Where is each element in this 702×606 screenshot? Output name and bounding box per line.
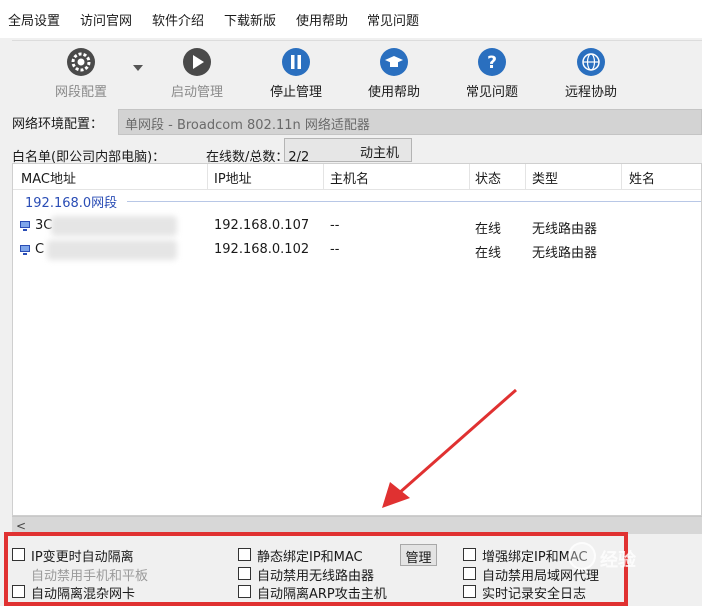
checkbox[interactable] — [238, 548, 251, 561]
faq-button[interactable]: ? 常见问题 — [443, 45, 541, 101]
gear-icon — [66, 47, 96, 77]
graduation-cap-icon — [379, 47, 409, 77]
column-divider — [621, 164, 622, 190]
list-header: MAC地址 IP地址 主机名 状态 类型 姓名 — [13, 164, 701, 190]
checkbox[interactable] — [238, 585, 251, 598]
computer-icon — [19, 220, 31, 232]
menu-bar: 全局设置 访问官网 软件介绍 下载新版 使用帮助 常见问题 — [0, 0, 702, 38]
column-ip[interactable]: IP地址 — [214, 168, 252, 187]
hostname-cell: -- — [330, 218, 340, 233]
option-label: 自动禁用手机和平板 — [31, 569, 149, 584]
start-manage-label: 启动管理 — [170, 85, 223, 100]
menu-download-new[interactable]: 下载新版 — [224, 10, 276, 29]
column-divider — [207, 164, 208, 190]
network-env-label: 网络环境配置： — [12, 117, 104, 132]
horizontal-scrollbar[interactable]: < — [12, 516, 702, 534]
start-manage-button[interactable]: 启动管理 — [148, 45, 246, 101]
chevron-down-icon[interactable] — [133, 65, 143, 71]
group-label[interactable]: 192.168.0网段 — [25, 192, 117, 211]
redacted-mac — [51, 216, 177, 236]
menu-faq[interactable]: 常见问题 — [367, 10, 419, 29]
question-icon: ? — [477, 47, 507, 77]
column-mac[interactable]: MAC地址 — [21, 168, 76, 187]
column-type[interactable]: 类型 — [532, 168, 558, 187]
column-divider — [525, 164, 526, 190]
checkbox[interactable] — [12, 585, 25, 598]
segment-config-label: 网段配置 — [54, 85, 107, 100]
checkbox[interactable] — [463, 548, 476, 561]
manage-button[interactable]: 管理 — [400, 544, 437, 566]
remote-assist-button[interactable]: 远程协助 — [542, 45, 640, 101]
ip-cell: 192.168.0.107 — [214, 218, 310, 233]
type-cell: 无线路由器 — [532, 222, 598, 237]
menu-global-settings[interactable]: 全局设置 — [8, 10, 60, 29]
option-label: 自动隔离ARP攻击主机 — [257, 587, 387, 602]
checkbox[interactable] — [463, 585, 476, 598]
column-divider — [323, 164, 324, 190]
options-panel: IP变更时自动隔离 自动禁用手机和平板 自动隔离混杂网卡 静态绑定IP和MAC … — [0, 534, 702, 606]
play-icon — [182, 47, 212, 77]
mac-cell: 3C — [35, 218, 53, 233]
status-cell: 在线 — [475, 246, 502, 261]
help-button[interactable]: 使用帮助 — [345, 45, 443, 101]
stop-manage-label: 停止管理 — [269, 85, 322, 100]
checkbox[interactable] — [463, 567, 476, 580]
scroll-left-icon[interactable]: < — [14, 519, 28, 533]
table-row[interactable]: C 192.168.0.102 -- 在线 无线路由器 — [13, 238, 701, 262]
checkbox[interactable] — [238, 567, 251, 580]
pause-icon — [281, 47, 311, 77]
option-label: 增强绑定IP和MAC — [482, 550, 588, 565]
computer-icon — [19, 244, 31, 256]
group-divider — [127, 201, 701, 202]
type-cell: 无线路由器 — [532, 246, 598, 261]
status-cell: 在线 — [475, 222, 502, 237]
remote-assist-label: 远程协助 — [564, 85, 617, 100]
column-status[interactable]: 状态 — [475, 168, 501, 187]
option-label: 静态绑定IP和MAC — [257, 550, 363, 565]
column-divider — [469, 164, 470, 190]
mac-cell: C — [35, 242, 45, 257]
option-label: IP变更时自动隔离 — [31, 550, 134, 565]
host-list[interactable]: MAC地址 IP地址 主机名 状态 类型 姓名 192.168.0网段 3C 1… — [12, 163, 702, 516]
menu-help[interactable]: 使用帮助 — [296, 10, 348, 29]
checkbox[interactable] — [12, 548, 25, 561]
table-row[interactable]: 3C 192.168.0.107 -- 在线 无线路由器 — [13, 214, 701, 238]
option-label: 实时记录安全日志 — [482, 587, 587, 602]
faq-label: 常见问题 — [465, 85, 518, 100]
option-label: 自动禁用无线路由器 — [257, 569, 375, 584]
option-label: 自动禁用局域网代理 — [482, 569, 600, 584]
column-name[interactable]: 姓名 — [629, 168, 655, 187]
option-label: 自动隔离混杂网卡 — [31, 587, 136, 602]
ip-cell: 192.168.0.102 — [214, 242, 310, 257]
menu-software-intro[interactable]: 软件介绍 — [152, 10, 204, 29]
column-hostname[interactable]: 主机名 — [330, 168, 369, 187]
menu-visit-website[interactable]: 访问官网 — [80, 10, 132, 29]
network-env-select[interactable]: 单网段 - Broadcom 802.11n 网络适配器 — [118, 109, 702, 135]
help-label: 使用帮助 — [367, 85, 420, 100]
stop-manage-button[interactable]: 停止管理 — [247, 45, 345, 101]
segment-config-button[interactable]: 网段配置 — [32, 45, 130, 101]
hostname-cell: -- — [330, 242, 340, 257]
svg-text:?: ? — [487, 53, 497, 73]
toolbar: 网段配置 启动管理 停止管理 使用帮助 ? 常见问题 远程协助 — [12, 40, 702, 104]
globe-icon — [576, 47, 606, 77]
redacted-mac — [47, 240, 177, 260]
